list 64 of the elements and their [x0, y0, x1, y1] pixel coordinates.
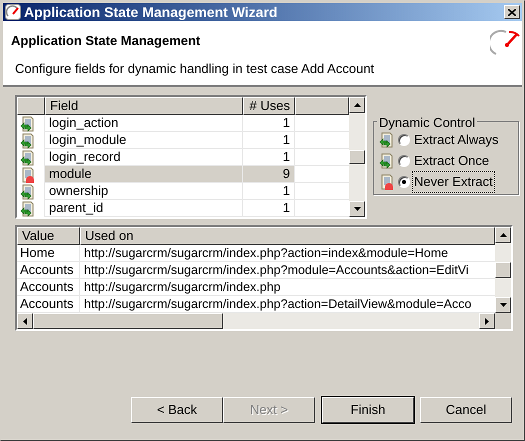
table-cell[interactable]: login_action [45, 115, 243, 132]
document-arrows-icon [20, 116, 36, 132]
radio-label[interactable]: Never Extract [413, 172, 494, 192]
table-cell: Accounts [17, 279, 80, 296]
table-cell[interactable]: ownership [45, 183, 243, 200]
column-header[interactable]: # Uses [243, 97, 295, 115]
dialog-button[interactable]: Finish [322, 397, 414, 423]
radio-label[interactable]: Extract Always [413, 130, 500, 150]
document-arrows-icon [20, 150, 36, 166]
radio-button[interactable] [398, 155, 410, 167]
radio-button[interactable] [398, 134, 410, 146]
right-arrow-icon [485, 318, 489, 324]
up-arrow-icon [500, 233, 506, 237]
table-cell: http://sugarcrm/sugarcrm/index.php?module=Accounts&action=EditVi [80, 262, 495, 279]
close-button[interactable] [504, 5, 520, 19]
table-cell: 1 [243, 115, 295, 132]
column-header[interactable]: Value [17, 227, 80, 245]
vertical-scrollbar[interactable] [349, 97, 365, 217]
table-cell: http://sugarcrm/sugarcrm/index.php [80, 279, 495, 296]
document-arrows-icon [20, 184, 36, 200]
document-arrows-icon [379, 132, 395, 148]
down-arrow-icon [354, 207, 360, 211]
scroll-down-button[interactable] [495, 297, 511, 313]
left-arrow-icon [23, 318, 27, 324]
dialog-button[interactable]: Cancel [420, 397, 512, 423]
table-cell[interactable]: parent_id [45, 200, 243, 217]
table-cell[interactable]: module [45, 166, 243, 183]
scroll-right-button[interactable] [479, 313, 495, 329]
scroll-up-button[interactable] [349, 97, 365, 113]
radio-button[interactable] [398, 176, 410, 188]
table-cell: 1 [243, 200, 295, 217]
document-arrows-icon [20, 132, 36, 148]
gauge-icon [490, 27, 520, 57]
scroll-down-button[interactable] [349, 201, 365, 217]
document-arrows-icon [379, 153, 395, 169]
document-arrows-icon [20, 200, 36, 216]
close-icon [508, 8, 516, 16]
scroll-thumb[interactable] [33, 313, 223, 329]
column-header[interactable]: Used on [80, 227, 495, 245]
scroll-left-button[interactable] [17, 313, 33, 329]
scroll-up-button[interactable] [495, 227, 511, 243]
radio-label[interactable]: Extract Once [413, 151, 490, 171]
table-cell: 9 [243, 166, 295, 183]
document-stop-icon [20, 166, 36, 182]
page-description: Configure fields for dynamic handling in test case Add Account [14, 60, 374, 78]
scroll-thumb[interactable] [349, 150, 365, 164]
column-header[interactable] [17, 97, 45, 115]
table-cell: 1 [243, 183, 295, 200]
dialog-button[interactable]: < Back [131, 397, 223, 423]
horizontal-scrollbar[interactable] [17, 313, 495, 329]
table-cell: Home [17, 245, 80, 262]
table-cell: Accounts [17, 262, 80, 279]
vertical-scrollbar[interactable] [495, 227, 511, 313]
table-cell: 1 [243, 132, 295, 149]
document-stop-icon [379, 174, 395, 190]
table-cell[interactable]: login_module [45, 132, 243, 149]
table-cell: http://sugarcrm/sugarcrm/index.php?action=index&module=Home [80, 245, 495, 262]
column-header[interactable] [295, 97, 349, 115]
down-arrow-icon [500, 303, 506, 307]
up-arrow-icon [354, 103, 360, 107]
window-title: Application State Management Wizard [24, 2, 278, 22]
column-header[interactable]: Field [45, 97, 243, 115]
scroll-thumb[interactable] [495, 262, 511, 278]
page-title: Application State Management [11, 32, 200, 50]
